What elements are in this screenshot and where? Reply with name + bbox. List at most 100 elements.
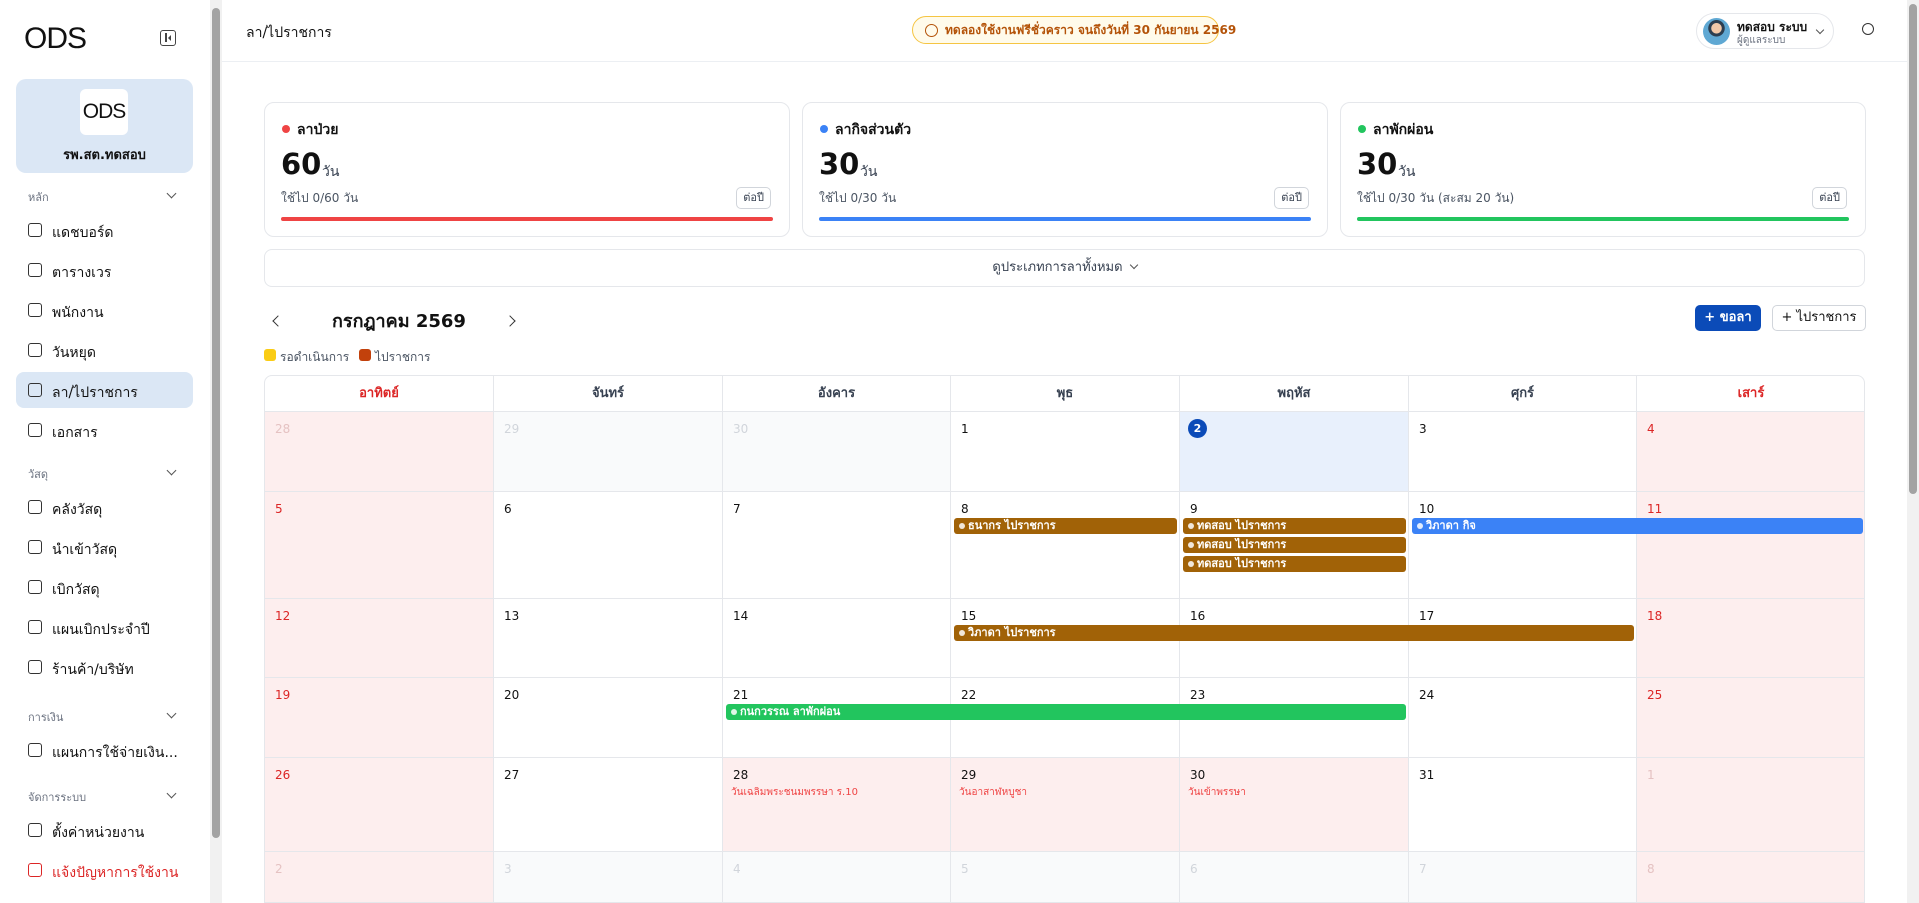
sidebar-item-0-4[interactable]: ลา/ไปราชการ (16, 372, 193, 408)
calendar-day-cell[interactable]: 18 (1637, 599, 1864, 678)
chevron-down-icon[interactable] (166, 188, 177, 199)
calendar-day-cell[interactable]: 6 (1180, 852, 1409, 902)
official-duty-button[interactable]: + ไปราชการ (1772, 305, 1866, 331)
sidebar-scrollbar[interactable] (210, 0, 222, 903)
org-card[interactable]: ODS รพ.สต.ทดสอบ (16, 79, 193, 173)
nav-group-1[interactable]: วัสดุ (28, 465, 177, 483)
chevron-down-icon[interactable] (166, 465, 177, 476)
leave-type-dot (282, 125, 290, 133)
day-number: 13 (504, 609, 520, 623)
calendar-event[interactable]: ทดสอบ ไปราชการ (1183, 518, 1406, 534)
calendar-day-cell[interactable]: 25 (1637, 678, 1864, 758)
user-menu[interactable]: ทดสอบ ระบบ ผู้ดูแลระบบ (1696, 13, 1834, 49)
calendar-event[interactable]: กนกวรรณ ลาพักผ่อน (726, 704, 1406, 720)
sidebar-item-0-0[interactable]: แดชบอร์ด (16, 212, 193, 248)
day-number: 25 (1647, 688, 1663, 702)
next-month-button[interactable] (502, 311, 522, 331)
calendar-day-cell[interactable]: 13 (494, 599, 723, 678)
calendar-day-cell[interactable]: 4 (723, 852, 951, 902)
day-number: 2 (1188, 419, 1207, 438)
calendar-day-cell[interactable]: 4 (1637, 412, 1864, 492)
calendar-day-cell[interactable]: 29 (494, 412, 723, 492)
sidebar-item-0-1[interactable]: ตารางเวร (16, 252, 193, 288)
day-number: 28 (733, 768, 749, 782)
calendar-day-cell[interactable]: 6 (494, 492, 723, 599)
calendar-off-icon (28, 343, 42, 357)
calendar-day-cell[interactable]: 3 (1409, 412, 1637, 492)
calendar-day-cell[interactable]: 1 (951, 412, 1180, 492)
leave-card-days: 30 (1357, 147, 1398, 181)
sidebar-item-1-0[interactable]: คลังวัสดุ (16, 489, 193, 525)
leave-card-period-badge: ต่อปี (1812, 187, 1847, 209)
calendar-event[interactable]: วิภาดา กิจ (1412, 518, 1863, 534)
sidebar-item-2-0[interactable]: แผนการใช้จ่ายเงิน... (16, 732, 193, 768)
calendar-day-cell[interactable]: 8 (1637, 852, 1864, 902)
calendar-day-cell[interactable]: 7 (1409, 852, 1637, 902)
calendar-day-cell[interactable]: 3 (494, 852, 723, 902)
main-scrollbar[interactable] (1907, 0, 1919, 903)
calendar-day-cell[interactable]: 24 (1409, 678, 1637, 758)
day-number: 15 (961, 609, 977, 623)
calendar-day-cell[interactable]: 27 (494, 758, 723, 852)
app-logo[interactable]: ODS (24, 22, 87, 56)
calendar-day-cell[interactable]: 29 วันอาสาฬหบูชา (951, 758, 1180, 852)
calendar-day-cell[interactable]: 10 (1409, 492, 1637, 599)
leave-card-0: ลาป่วย 60 วัน ใช้ไป 0/60 วัน ต่อปี (264, 102, 790, 237)
leave-card-title: ลาป่วย (297, 122, 339, 138)
sidebar-item-1-1[interactable]: นำเข้าวัสดุ (16, 529, 193, 565)
nav-group-0[interactable]: หลัก (28, 188, 177, 206)
sidebar-item-1-4[interactable]: ร้านค้า/บริษัท (16, 649, 193, 685)
main-content: ลา/ไปราชการ ทดลองใช้งานฟรีชั่วคราว จนถึง… (222, 0, 1907, 903)
day-of-week-header: เสาร์ (1637, 376, 1864, 412)
calendar-day-cell[interactable]: 30 วันเข้าพรรษา (1180, 758, 1409, 852)
calendar-day-cell[interactable]: 5 (265, 492, 494, 599)
calendar-day-cell[interactable]: 8 (951, 492, 1180, 599)
calendar-day-cell[interactable]: 5 (951, 852, 1180, 902)
sidebar-item-3-0[interactable]: ตั้งค่าหน่วยงาน (16, 812, 193, 848)
chevron-down-icon[interactable] (166, 708, 177, 719)
sidebar-item-1-2[interactable]: เบิกวัสดุ (16, 569, 193, 605)
day-number: 1 (961, 422, 969, 436)
calendar-day-cell[interactable]: 19 (265, 678, 494, 758)
calendar-day-cell[interactable]: 20 (494, 678, 723, 758)
calendar-day-cell[interactable]: 30 (723, 412, 951, 492)
leave-card-unit: วัน (322, 164, 340, 180)
org-name: รพ.สต.ทดสอบ (63, 148, 146, 163)
sidebar-item-3-1[interactable]: แจ้งปัญหาการใช้งาน (16, 852, 193, 888)
sidebar-item-label: นำเข้าวัสดุ (52, 542, 118, 558)
nav-group-2[interactable]: การเงิน (28, 708, 177, 726)
legend-label: รอดำเนินการ (280, 350, 350, 364)
sidebar-item-0-3[interactable]: วันหยุด (16, 332, 193, 368)
sidebar-item-1-3[interactable]: แผนเบิกประจำปี (16, 609, 193, 645)
calendar-day-cell[interactable]: 26 (265, 758, 494, 852)
day-number: 8 (961, 502, 969, 516)
calendar-day-cell[interactable]: 7 (723, 492, 951, 599)
calendar-day-cell[interactable]: 31 (1409, 758, 1637, 852)
nav-group-3[interactable]: จัดการระบบ (28, 788, 177, 806)
calendar-event[interactable]: ทดสอบ ไปราชการ (1183, 537, 1406, 553)
calendar-day-cell[interactable]: 2 (1180, 412, 1409, 492)
calendar-day-cell[interactable]: 1 (1637, 758, 1864, 852)
calendar-day-cell[interactable]: 2 (265, 852, 494, 902)
calendar-day-cell[interactable]: 11 (1637, 492, 1864, 599)
view-all-leave-types-button[interactable]: ดูประเภทการลาทั้งหมด (264, 249, 1865, 287)
calendar-day-cell[interactable]: 28 วันเฉลิมพระชนมพรรษา ร.10 (723, 758, 951, 852)
theme-toggle-icon[interactable] (1862, 23, 1874, 35)
chevron-down-icon[interactable] (166, 788, 177, 799)
leave-type-dot (820, 125, 828, 133)
sidebar-collapse-icon[interactable] (160, 30, 176, 46)
day-of-week-header: อังคาร (723, 376, 951, 412)
request-leave-button[interactable]: + ขอลา (1695, 305, 1761, 331)
calendar-day-cell[interactable]: 14 (723, 599, 951, 678)
calendar-day-cell[interactable]: 12 (265, 599, 494, 678)
wallet-icon (28, 743, 42, 757)
prev-month-button[interactable] (266, 311, 286, 331)
sidebar-item-0-2[interactable]: พนักงาน (16, 292, 193, 328)
calendar-event[interactable]: วิภาดา ไปราชการ (954, 625, 1634, 641)
calendar-event[interactable]: ทดสอบ ไปราชการ (1183, 556, 1406, 572)
calendar-event[interactable]: ธนากร ไปราชการ (954, 518, 1177, 534)
calendar-day-cell[interactable]: 28 (265, 412, 494, 492)
sidebar-scroll-thumb[interactable] (212, 8, 220, 838)
holiday-label: วันอาสาฬหบูชา (959, 787, 1027, 798)
sidebar-item-0-5[interactable]: เอกสาร (16, 412, 193, 448)
